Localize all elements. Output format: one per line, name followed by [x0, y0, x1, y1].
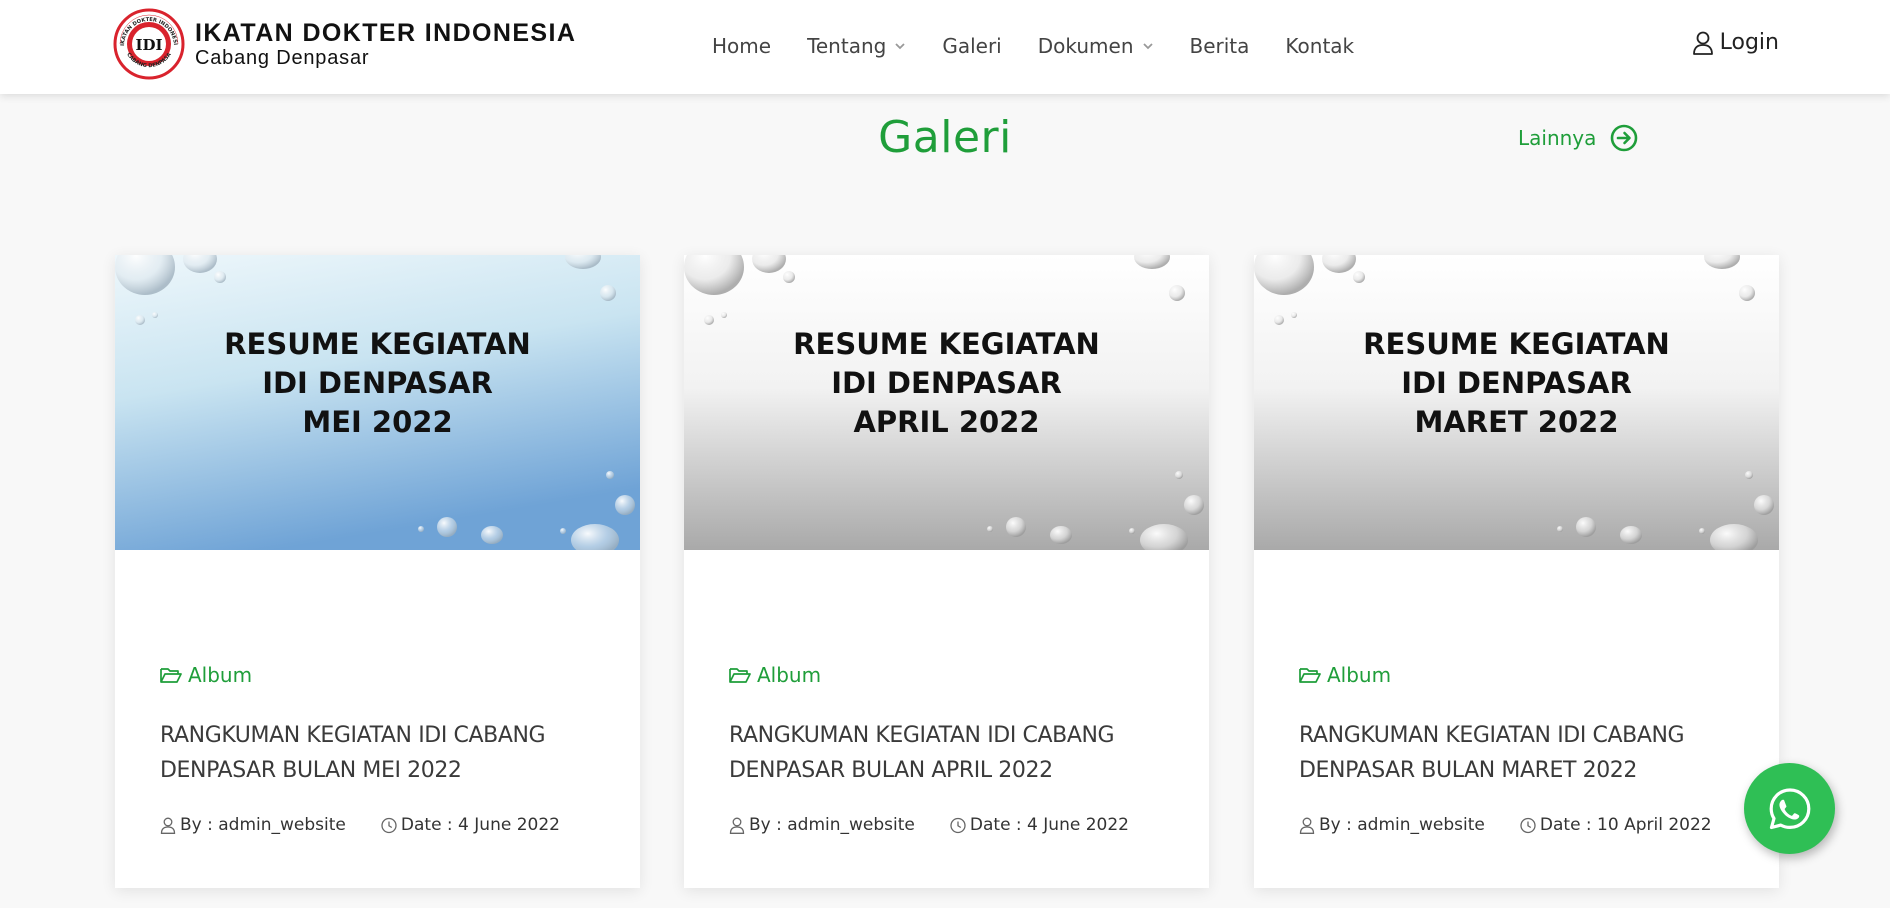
thumbnail-line: RESUME KEGIATAN: [224, 327, 531, 361]
card-date: Date : 10 April 2022: [1539, 815, 1712, 835]
whatsapp-chat-button[interactable]: [1744, 763, 1835, 854]
card-date: Date : 4 June 2022: [400, 815, 560, 835]
thumbnail-caption: RESUME KEGIATAN IDI DENPASAR APRIL 2022: [684, 325, 1209, 442]
whatsapp-icon: [1769, 787, 1810, 829]
clock-icon: [1520, 817, 1536, 833]
card-category[interactable]: Album: [729, 663, 821, 687]
card-title[interactable]: RANGKUMAN KEGIATAN IDI CABANG DENPASAR B…: [729, 718, 1169, 788]
user-icon: [1299, 817, 1315, 834]
card-thumbnail[interactable]: RESUME KEGIATAN IDI DENPASAR MEI 2022: [115, 255, 640, 550]
svg-text:IDI: IDI: [135, 36, 162, 54]
card-thumbnail[interactable]: RESUME KEGIATAN IDI DENPASAR MARET 2022: [1254, 255, 1779, 550]
clock-icon: [381, 817, 397, 833]
nav-tentang[interactable]: Tentang: [807, 34, 906, 58]
category-label: Album: [1327, 663, 1392, 687]
thumbnail-caption: RESUME KEGIATAN IDI DENPASAR MARET 2022: [1254, 325, 1779, 442]
card-meta: By : admin_website Date : 4 June 2022: [729, 815, 1129, 835]
nav-label: Berita: [1189, 34, 1250, 58]
clock-icon: [950, 817, 966, 833]
card-author: By : admin_website: [749, 815, 915, 835]
chevron-down-icon: [895, 43, 905, 50]
nav-berita[interactable]: Berita: [1190, 34, 1250, 58]
category-label: Album: [188, 663, 253, 687]
folder-open-icon: [729, 668, 751, 683]
nav-label: Galeri: [942, 34, 1002, 58]
nav-kontak[interactable]: Kontak: [1285, 34, 1354, 58]
card-title[interactable]: RANGKUMAN KEGIATAN IDI CABANG DENPASAR B…: [1299, 718, 1739, 788]
nav-label: Dokumen: [1037, 34, 1134, 58]
card-meta: By : admin_website Date : 10 April 2022: [1299, 815, 1712, 835]
thumbnail-caption: RESUME KEGIATAN IDI DENPASAR MEI 2022: [115, 325, 640, 442]
logo-title: IKATAN DOKTER INDONESIA: [195, 18, 577, 47]
card-category[interactable]: Album: [1299, 663, 1391, 687]
nav-home[interactable]: Home: [712, 34, 771, 58]
more-link[interactable]: Lainnya: [1518, 124, 1638, 152]
thumbnail-line: MARET 2022: [1414, 405, 1619, 439]
login-button[interactable]: Login: [1692, 30, 1779, 55]
nav-dokumen[interactable]: Dokumen: [1038, 34, 1154, 58]
card-date: Date : 4 June 2022: [969, 815, 1129, 835]
logo-subtitle: Cabang Denpasar: [195, 46, 370, 69]
thumbnail-line: IDI DENPASAR: [831, 366, 1062, 400]
card-meta: By : admin_website Date : 4 June 2022: [160, 815, 560, 835]
more-label: Lainnya: [1518, 126, 1597, 150]
card-category[interactable]: Album: [160, 663, 252, 687]
arrow-circle-right-icon: [1611, 124, 1638, 152]
gallery-card[interactable]: RESUME KEGIATAN IDI DENPASAR MARET 2022 …: [1254, 255, 1779, 888]
nav-label: Home: [712, 34, 772, 58]
site-header: IDI IKATAN DOKTER INDONESIA CABANG DENPA…: [0, 0, 1890, 94]
thumbnail-line: MEI 2022: [302, 405, 453, 439]
folder-open-icon: [160, 668, 182, 683]
card-thumbnail[interactable]: RESUME KEGIATAN IDI DENPASAR APRIL 2022: [684, 255, 1209, 550]
login-label: Login: [1719, 30, 1779, 55]
card-title[interactable]: RANGKUMAN KEGIATAN IDI CABANG DENPASAR B…: [160, 718, 600, 788]
thumbnail-line: IDI DENPASAR: [1401, 366, 1632, 400]
chevron-down-icon: [1142, 43, 1153, 50]
thumbnail-line: IDI DENPASAR: [262, 366, 493, 400]
card-author: By : admin_website: [180, 815, 346, 835]
thumbnail-line: APRIL 2022: [853, 405, 1040, 439]
user-icon: [160, 817, 176, 834]
user-icon: [1692, 31, 1713, 55]
card-author: By : admin_website: [1319, 815, 1485, 835]
nav-galeri[interactable]: Galeri: [942, 34, 1001, 58]
nav-label: Tentang: [807, 34, 887, 58]
main-nav: Home Tentang Galeri Dokumen Berita Konta…: [712, 0, 1390, 92]
gallery-card[interactable]: RESUME KEGIATAN IDI DENPASAR APRIL 2022 …: [684, 255, 1209, 888]
thumbnail-line: RESUME KEGIATAN: [1363, 327, 1670, 361]
idi-seal-logo: IDI IKATAN DOKTER INDONESIA CABANG DENPA…: [113, 8, 185, 80]
user-icon: [729, 817, 745, 834]
category-label: Album: [757, 663, 822, 687]
nav-label: Kontak: [1285, 34, 1355, 58]
thumbnail-line: RESUME KEGIATAN: [793, 327, 1100, 361]
gallery-card[interactable]: RESUME KEGIATAN IDI DENPASAR MEI 2022 Al…: [115, 255, 640, 888]
folder-open-icon: [1299, 668, 1321, 683]
site-logo[interactable]: IDI IKATAN DOKTER INDONESIA CABANG DENPA…: [113, 8, 576, 80]
